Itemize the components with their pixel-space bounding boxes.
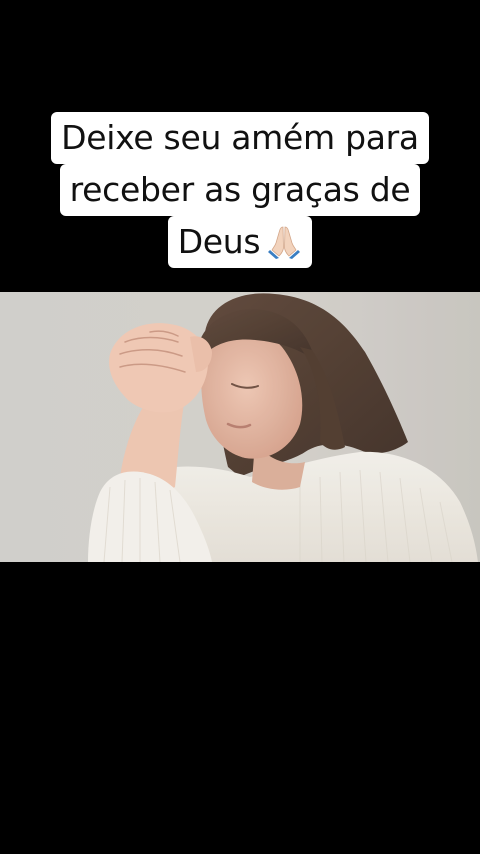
photo-illustration — [0, 292, 480, 562]
caption-line-3-text: Deus — [177, 222, 261, 261]
woman-praying-image — [0, 292, 480, 562]
caption: Deixe seu amém para receber as graças de… — [0, 112, 480, 268]
caption-line-3: Deus — [167, 216, 313, 268]
caption-line-2: receber as graças de — [59, 164, 421, 216]
caption-line-1: Deixe seu amém para — [51, 112, 429, 164]
folded-hands-icon — [266, 222, 302, 274]
